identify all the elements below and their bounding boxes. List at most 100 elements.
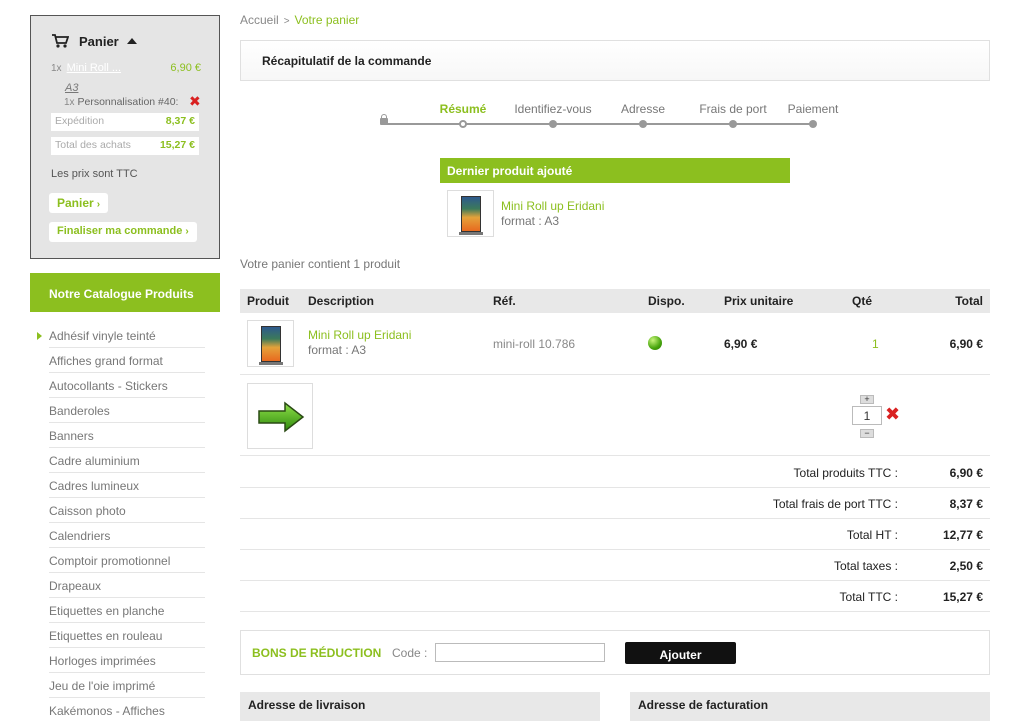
breadcrumb-current: Votre panier <box>294 13 360 27</box>
steps-line <box>384 123 814 125</box>
summary-value: 15,27 € <box>942 590 983 604</box>
col-ref: Réf. <box>493 294 516 308</box>
catalog-item[interactable]: Etiquettes en rouleau <box>49 623 205 648</box>
step-dot <box>729 120 737 128</box>
summary-label: Total produits TTC : <box>793 466 898 480</box>
mini-cart-item-format[interactable]: A3 <box>65 82 78 94</box>
mini-cart-item-qty: 1x <box>51 63 62 74</box>
summary-row: Total frais de port TTC : 8,37 € <box>240 488 990 519</box>
mini-cart-item: 1x Mini Roll ... 6,90 € <box>51 62 201 74</box>
remove-icon[interactable]: ✖ <box>189 94 201 108</box>
catalog-item[interactable]: Adhésif vinyle teinté <box>37 323 205 348</box>
summary-row: Total produits TTC : 6,90 € <box>240 457 990 488</box>
coupon-add-button[interactable]: Ajouter <box>625 642 736 664</box>
catalog-item[interactable]: Banners <box>49 423 205 448</box>
shipping-label: Expédition <box>55 115 105 127</box>
cart-button[interactable]: Panier › <box>49 193 109 213</box>
product-name-link[interactable]: Mini Roll up Eridani <box>308 328 411 342</box>
step-label: Résumé <box>439 102 487 116</box>
product-thumbnail[interactable] <box>247 320 294 367</box>
mini-cart-perso: 1x Personnalisation #40: <box>64 96 178 108</box>
catalog-title: Notre Catalogue Produits <box>30 273 220 312</box>
col-qty: Qté <box>852 294 873 308</box>
breadcrumb-home[interactable]: Accueil <box>240 13 279 27</box>
catalog-item[interactable]: Cadres lumineux <box>49 473 205 498</box>
mini-cart-perso-label: Personnalisation #40: <box>77 96 179 108</box>
table-row: Mini Roll up Eridani format : A3 mini-ro… <box>240 313 990 375</box>
col-description: Description <box>308 294 375 308</box>
checkout-button[interactable]: Finaliser ma commande › <box>49 222 197 242</box>
coupon-title: BONS DE RÉDUCTION <box>252 646 382 660</box>
mini-cart-total: Total des achats 15,27 € <box>51 137 199 155</box>
catalog-item[interactable]: Autocollants - Stickers <box>49 373 205 398</box>
coupon-section: BONS DE RÉDUCTION Code : Ajouter <box>240 630 990 675</box>
step-label: Paiement <box>787 102 839 116</box>
qty-decrease-button[interactable]: − <box>860 429 874 438</box>
arrow-right-icon <box>258 401 305 433</box>
lock-icon <box>380 114 388 125</box>
billing-address-header: Adresse de facturation <box>630 692 990 721</box>
step-label: Adresse <box>620 102 666 116</box>
last-added-name[interactable]: Mini Roll up Eridani <box>501 199 604 213</box>
catalog-item[interactable]: Horloges imprimées <box>49 648 205 673</box>
cart-icon <box>52 34 69 48</box>
chevron-right-icon: › <box>96 199 101 210</box>
product-total: 6,90 € <box>949 337 983 351</box>
catalog-item[interactable]: Calendriers <box>49 523 205 548</box>
summary-label: Total TTC : <box>839 590 898 604</box>
personalisation-row: + 1 − ✖ <box>240 376 990 456</box>
personalisation-thumbnail[interactable] <box>247 383 313 449</box>
cart-button-label: Panier <box>57 196 94 210</box>
mini-cart-perso-qty: 1x <box>64 97 75 108</box>
step-dot <box>639 120 647 128</box>
product-ref: mini-roll 10.786 <box>493 337 576 351</box>
catalog-item[interactable]: Kakémonos - Affiches <box>49 698 205 721</box>
chevron-right-icon: › <box>185 226 189 237</box>
catalog-item[interactable]: Banderoles <box>49 398 205 423</box>
col-total: Total <box>955 294 983 308</box>
summary-row: Total TTC : 15,27 € <box>240 581 990 612</box>
rollup-image <box>258 326 283 365</box>
cart-table-header: Produit Description Réf. Dispo. Prix uni… <box>240 289 990 313</box>
summary-label: Total HT : <box>846 528 898 542</box>
summary-row: Total taxes : 2,50 € <box>240 550 990 581</box>
caret-up-icon[interactable] <box>126 38 137 44</box>
checkout-steps: Résumé Identifiez-vous Adresse Frais de por… <box>380 100 838 130</box>
mini-cart-shipping: Expédition 8,37 € <box>51 113 199 131</box>
recap-title: Récapitulatif de la commande <box>262 54 432 68</box>
breadcrumb: Accueil > Votre panier <box>240 13 359 27</box>
catalog-item[interactable]: Etiquettes en planche <box>49 598 205 623</box>
summary-value: 6,90 € <box>949 466 983 480</box>
summary-value: 8,37 € <box>949 497 983 511</box>
step-dot <box>549 120 557 128</box>
summary-label: Total frais de port TTC : <box>772 497 898 511</box>
catalog-item[interactable]: Cadre aluminium <box>49 448 205 473</box>
summary-row: Total HT : 12,77 € <box>240 519 990 550</box>
total-value: 15,27 € <box>159 139 195 151</box>
mini-cart-item-link[interactable]: Mini Roll ... <box>67 62 121 74</box>
qty-increase-button[interactable]: + <box>860 395 874 404</box>
mini-cart-header[interactable]: Panier <box>51 33 137 49</box>
qty-input[interactable]: 1 <box>852 406 882 425</box>
catalog-item[interactable]: Jeu de l'oie imprimé <box>49 673 205 698</box>
catalog-item[interactable]: Caisson photo <box>49 498 205 523</box>
catalog-item[interactable]: Drapeaux <box>49 573 205 598</box>
catalog-item[interactable]: Comptoir promotionnel <box>49 548 205 573</box>
catalog-list: Adhésif vinyle teinté Affiches grand form… <box>37 323 205 721</box>
delete-icon[interactable]: ✖ <box>885 405 900 423</box>
mini-cart-title: Panier <box>79 33 119 49</box>
step-label: Frais de port <box>699 102 767 116</box>
coupon-code-input[interactable] <box>435 643 605 662</box>
last-added-thumbnail[interactable] <box>447 190 494 237</box>
availability-icon <box>648 336 662 350</box>
delivery-address-header: Adresse de livraison <box>240 692 600 721</box>
summary-label: Total taxes : <box>833 559 898 573</box>
catalog-item[interactable]: Affiches grand format <box>49 348 205 373</box>
checkout-button-label: Finaliser ma commande <box>57 225 183 237</box>
col-product: Produit <box>247 294 289 308</box>
rollup-image <box>458 196 483 235</box>
recap-header: Récapitulatif de la commande <box>240 40 990 81</box>
coupon-code-label: Code : <box>392 646 428 660</box>
product-unit-price: 6,90 € <box>724 337 758 351</box>
product-format: format : A3 <box>308 343 367 357</box>
